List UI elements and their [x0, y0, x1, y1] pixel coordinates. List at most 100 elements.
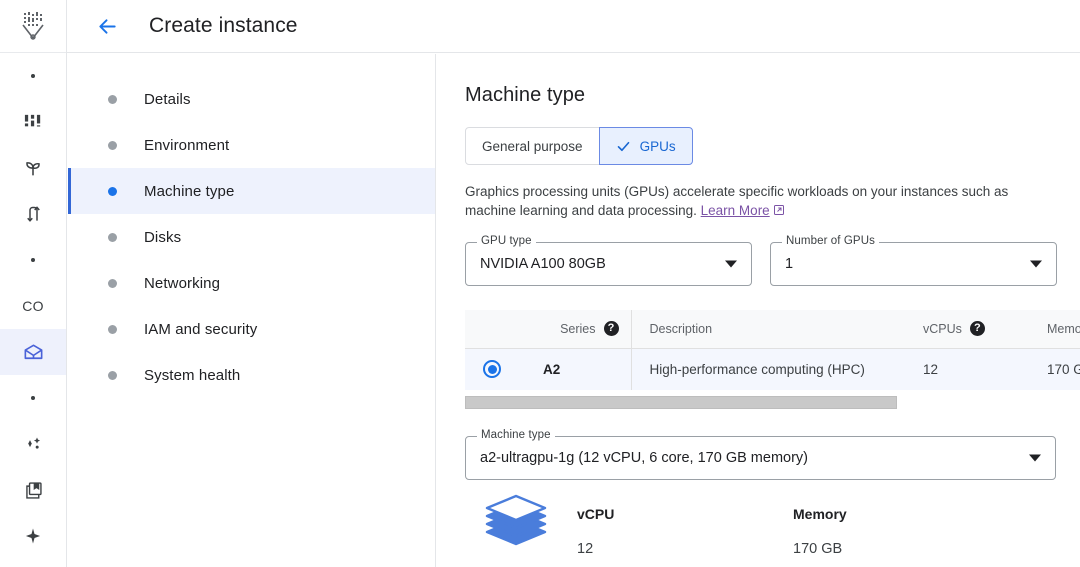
series-table-head: Series ? Description vCPUs — [465, 310, 1080, 348]
step-bullet-icon — [108, 371, 117, 380]
th-series: Series ? — [519, 310, 631, 348]
machine-specs: vCPU 12 Memory 170 GB — [465, 492, 1080, 567]
row-memory-cell: 170 GB — [1041, 348, 1080, 390]
external-link-icon — [773, 202, 785, 221]
chevron-down-icon — [1029, 455, 1041, 462]
tab-general-purpose[interactable]: General purpose — [465, 127, 600, 165]
step-bullet-icon — [108, 141, 117, 150]
row-memory-value: 170 GB — [1047, 362, 1080, 377]
th-select — [465, 310, 519, 348]
th-memory-label: Memory — [1047, 322, 1080, 336]
gpu-type-select[interactable]: GPU type NVIDIA A100 80GB — [465, 242, 752, 286]
gpu-count-value: 1 — [785, 256, 793, 272]
sidebar-item-iam-and-security[interactable]: IAM and security — [68, 306, 435, 352]
step-label: Details — [144, 91, 191, 108]
sidebar-item-disks[interactable]: Disks — [68, 214, 435, 260]
notebook-icon — [23, 480, 44, 501]
rail-sprout[interactable] — [0, 145, 66, 191]
table-row[interactable]: A2 High-performance computing (HPC) 12 — [465, 348, 1080, 390]
step-bullet-icon — [108, 325, 117, 334]
chevron-down-icon — [1030, 261, 1042, 268]
chevron-down-icon — [725, 261, 737, 268]
rail-workbench[interactable] — [0, 329, 66, 375]
gpu-type-value: NVIDIA A100 80GB — [480, 256, 606, 272]
gpu-help-text: Graphics processing units (GPUs) acceler… — [465, 182, 1037, 221]
rail-dot-1[interactable] — [0, 53, 66, 99]
step-label: Machine type — [144, 183, 234, 200]
spec-memory: Memory 170 GB — [793, 492, 991, 557]
row-description-value: High-performance computing (HPC) — [650, 362, 865, 377]
rail-dot-3[interactable] — [0, 375, 66, 421]
icon-rail: CO — [0, 0, 67, 567]
product-logo[interactable] — [0, 0, 66, 53]
row-select-cell[interactable] — [465, 348, 519, 390]
help-icon-vcpus[interactable]: ? — [970, 321, 985, 336]
product-logo-icon — [19, 11, 47, 41]
table-horizontal-scrollbar[interactable] — [465, 396, 1080, 409]
dot-icon — [31, 258, 35, 262]
step-bullet-icon — [108, 233, 117, 242]
rail-dashboard[interactable] — [0, 99, 66, 145]
tab-general-purpose-label: General purpose — [482, 139, 583, 154]
rail-dot-2[interactable] — [0, 237, 66, 283]
tab-gpus-label: GPUs — [640, 139, 676, 154]
step-label: Environment — [144, 137, 229, 154]
rail-colab[interactable]: CO — [0, 283, 66, 329]
dot-icon — [31, 74, 35, 78]
step-label: Networking — [144, 275, 220, 292]
gpu-field-row: GPU type NVIDIA A100 80GB Number of GPUs… — [465, 242, 1080, 286]
gpu-type-label: GPU type — [477, 235, 536, 247]
step-label: Disks — [144, 229, 181, 246]
sidebar-item-system-health[interactable]: System health — [68, 352, 435, 398]
arrow-left-icon — [96, 15, 119, 38]
machine-type-select[interactable]: Machine type a2-ultragpu-1g (12 vCPU, 6 … — [465, 436, 1056, 480]
machine-family-toggle-group: General purpose GPUs — [465, 127, 693, 165]
th-description: Description — [631, 310, 919, 348]
spec-memory-value: 170 GB — [793, 541, 991, 557]
sidebar-item-machine-type[interactable]: Machine type — [68, 168, 435, 214]
row-vcpus-cell: 12 — [919, 348, 1041, 390]
disk-stack-icon — [479, 492, 559, 567]
top-header: Create instance — [67, 0, 1080, 53]
back-button[interactable] — [87, 6, 127, 46]
machine-type-label: Machine type — [477, 429, 555, 441]
th-vcpus-label: vCPUs — [923, 322, 962, 336]
rail-sparkle-cluster[interactable] — [0, 421, 66, 467]
rail-sparkle[interactable] — [0, 513, 66, 559]
spec-memory-label: Memory — [793, 506, 991, 522]
tab-gpus[interactable]: GPUs — [599, 127, 693, 165]
table-header-row: Series ? Description vCPUs — [465, 310, 1080, 348]
help-icon-series[interactable]: ? — [604, 321, 619, 336]
step-label: System health — [144, 367, 240, 384]
series-table-body: A2 High-performance computing (HPC) 12 — [465, 348, 1080, 390]
radio-button-a2[interactable] — [483, 360, 501, 378]
rail-transfer[interactable] — [0, 191, 66, 237]
gpu-count-select[interactable]: Number of GPUs 1 — [770, 242, 1057, 286]
step-bullet-icon — [108, 95, 117, 104]
sparkle-icon — [23, 526, 43, 546]
sidebar-item-environment[interactable]: Environment — [68, 122, 435, 168]
sprout-icon — [22, 157, 44, 179]
rail-item-list: CO — [0, 53, 66, 559]
step-label: IAM and security — [144, 321, 257, 338]
sparkle-cluster-icon — [23, 434, 44, 455]
th-description-label: Description — [650, 322, 713, 336]
machine-type-panel: Machine type General purpose GPUs Graphi… — [437, 54, 1080, 567]
spec-vcpu-value: 12 — [577, 541, 775, 557]
radio-selected-dot — [488, 365, 497, 374]
th-series-label: Series — [560, 322, 595, 336]
transfer-icon — [23, 204, 44, 225]
series-table: Series ? Description vCPUs — [465, 310, 1080, 390]
learn-more-link[interactable]: Learn More — [701, 203, 770, 218]
co-text-icon: CO — [22, 298, 43, 314]
sidebar-item-details[interactable]: Details — [68, 76, 435, 122]
spec-vcpu: vCPU 12 — [577, 492, 775, 557]
th-vcpus: vCPUs ? — [919, 310, 1041, 348]
sidebar-item-networking[interactable]: Networking — [68, 260, 435, 306]
wizard-steps-nav: Details Environment Machine type Disks N… — [68, 54, 436, 567]
th-memory: Memory — [1041, 310, 1080, 348]
series-table-wrapper: Series ? Description vCPUs — [465, 310, 1080, 409]
table-scrollbar-thumb[interactable] — [465, 396, 897, 409]
rail-notebook[interactable] — [0, 467, 66, 513]
row-description-cell: High-performance computing (HPC) — [631, 348, 919, 390]
